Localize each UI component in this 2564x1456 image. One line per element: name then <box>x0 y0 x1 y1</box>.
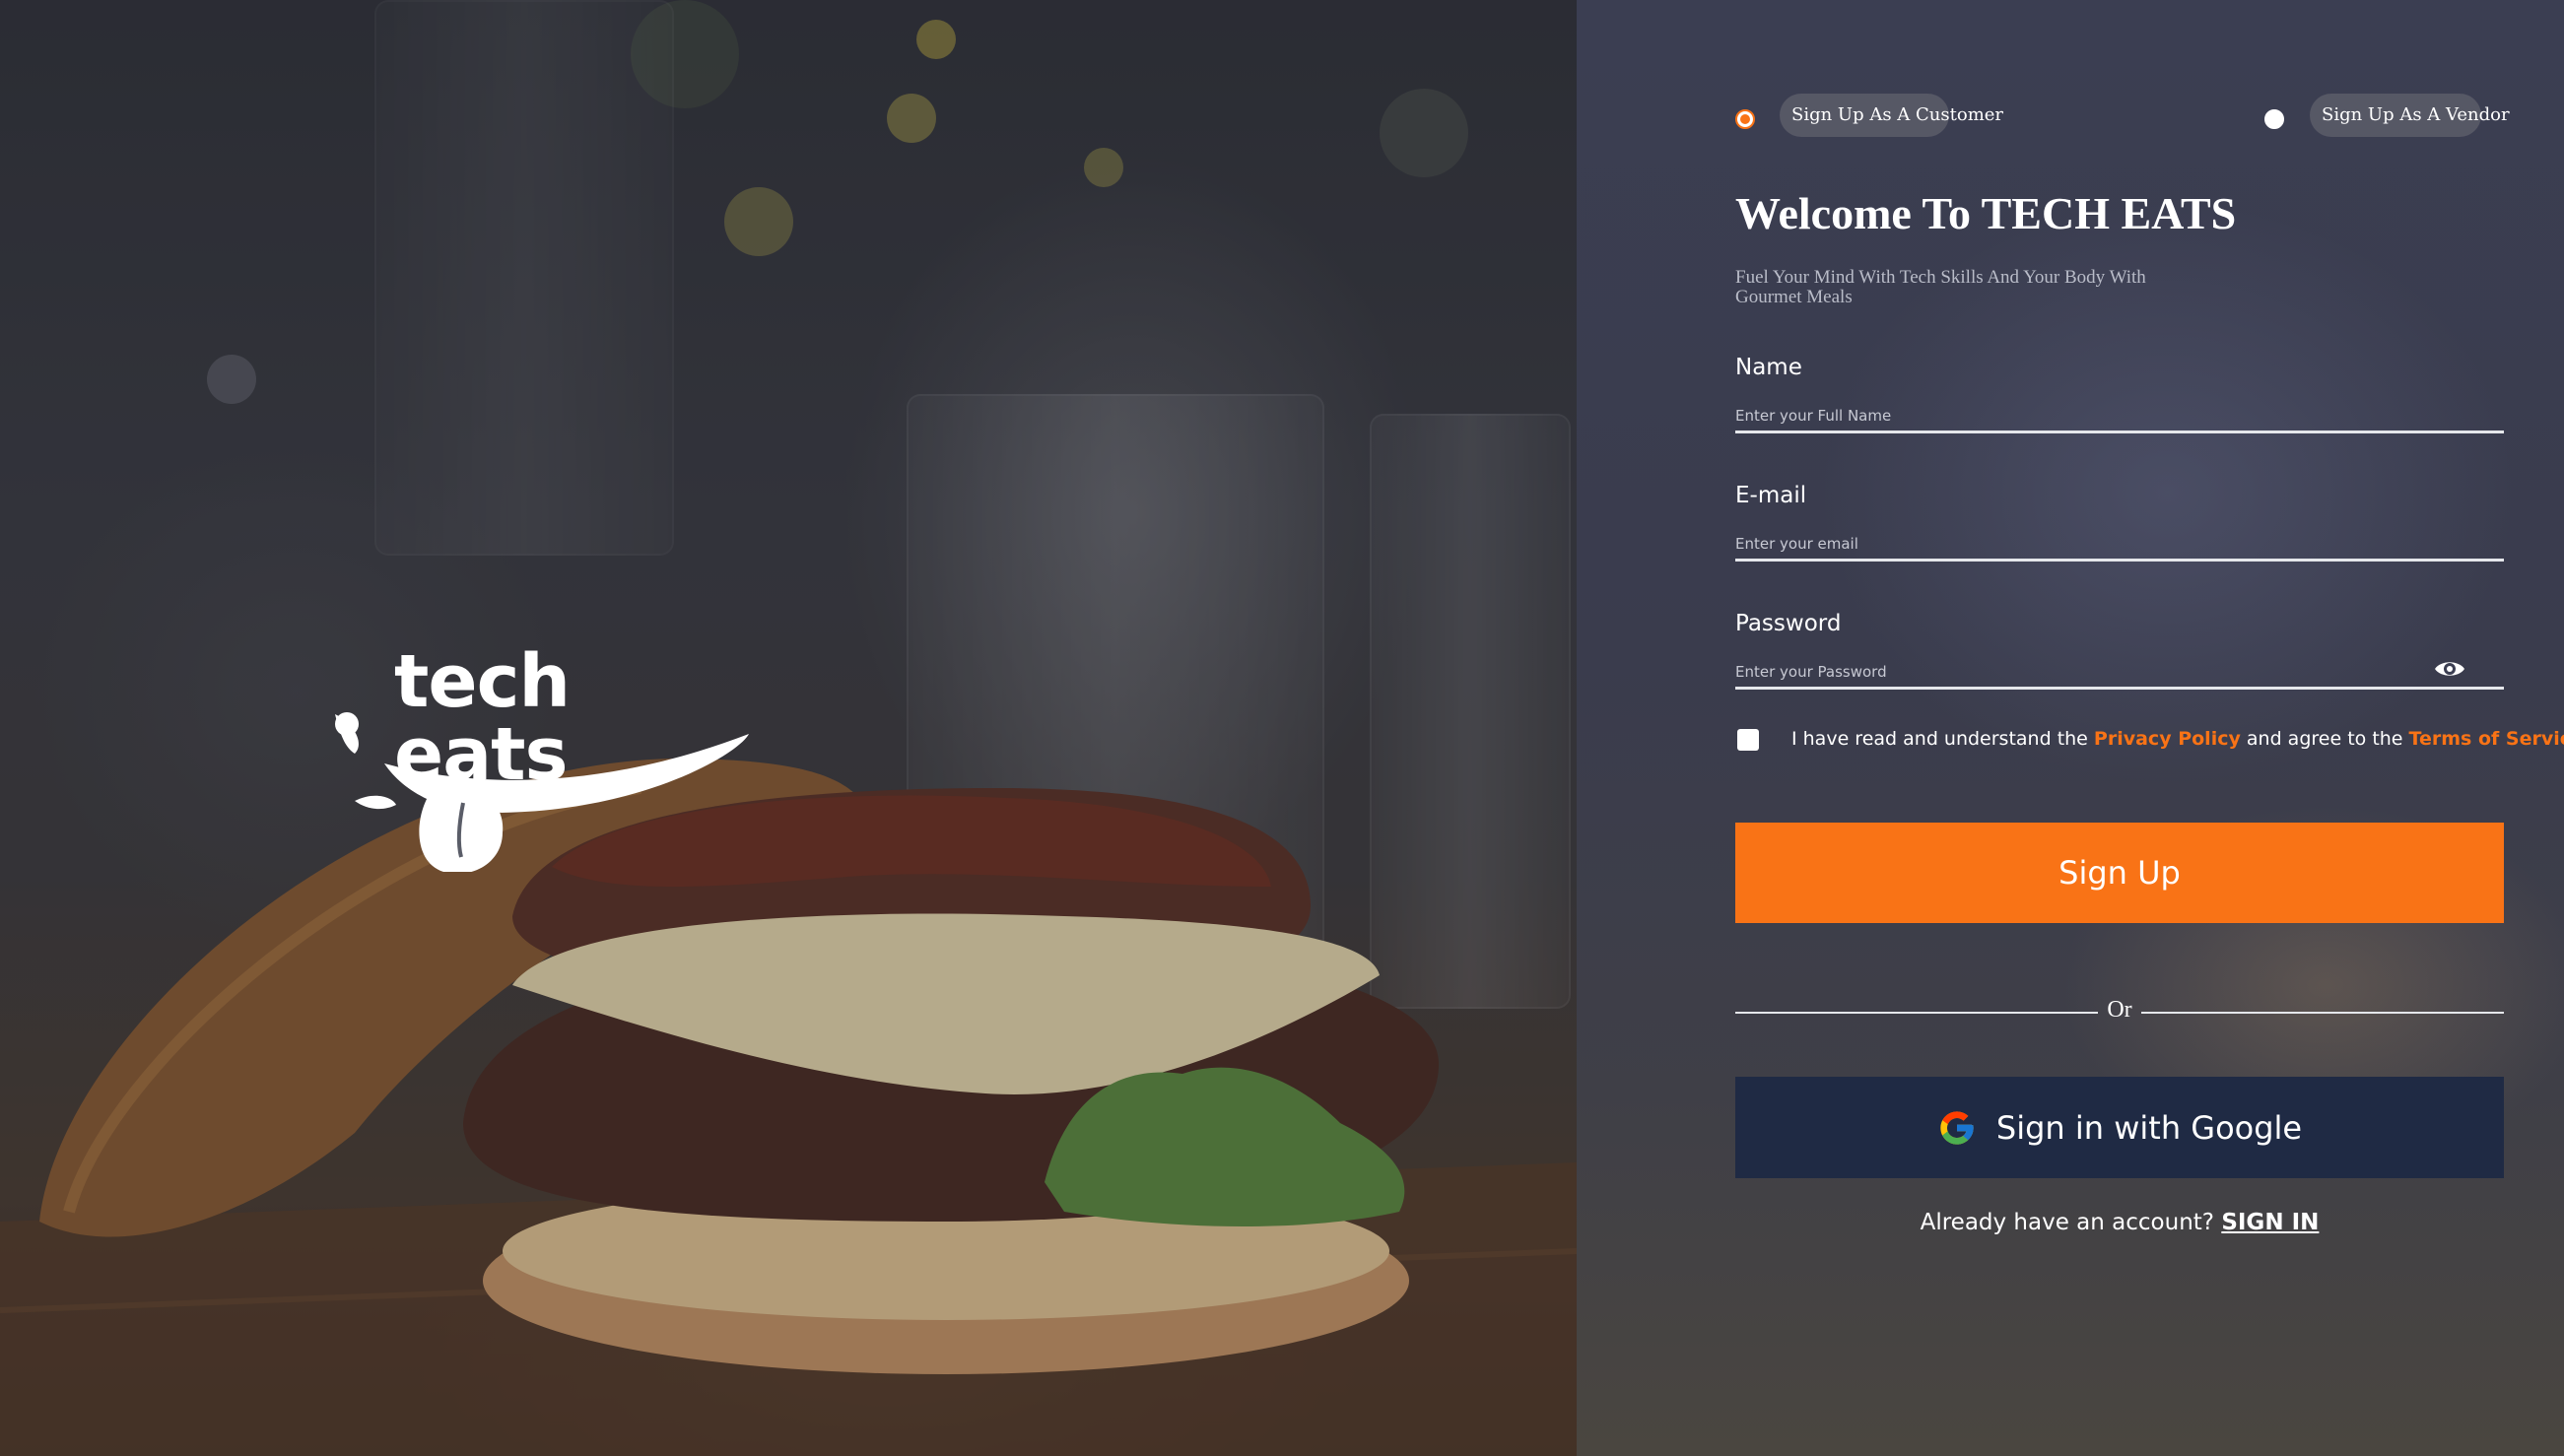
password-label: Password <box>1735 611 1842 636</box>
terms-agreement: I have read and understand the Privacy P… <box>1735 724 2564 758</box>
terms-prefix: I have read and understand the <box>1791 728 2094 750</box>
terms-text: I have read and understand the Privacy P… <box>1791 728 2564 750</box>
role-option-vendor[interactable]: Sign Up As A Vendor <box>1577 94 2510 137</box>
email-input[interactable] <box>1735 528 2504 562</box>
name-field-group: Name <box>1735 355 2504 433</box>
name-input[interactable] <box>1735 400 2504 433</box>
page-title: Welcome To TECH EATS <box>1735 188 2237 238</box>
password-input[interactable] <box>1735 656 2504 690</box>
signin-prompt-text: Already have an account? <box>1920 1210 2222 1235</box>
google-button-label: Sign in with Google <box>1995 1108 2303 1147</box>
vendor-radio[interactable] <box>2264 109 2284 129</box>
signup-button[interactable]: Sign Up <box>1735 823 2504 923</box>
divider-line <box>2141 1012 2504 1014</box>
brand-logo: tech eats <box>325 645 759 872</box>
name-label: Name <box>1735 355 1802 380</box>
signin-prompt: Already have an account? SIGN IN <box>1735 1210 2504 1235</box>
email-field-group: E-mail <box>1735 483 2504 562</box>
photo-overlay <box>0 0 1577 1456</box>
or-label: Or <box>2107 997 2132 1023</box>
or-divider: Or <box>1735 995 2504 1028</box>
privacy-policy-link[interactable]: Privacy Policy <box>2094 728 2241 750</box>
terms-of-service-link[interactable]: Terms of Service <box>2409 728 2564 750</box>
signup-panel: Sign Up As A Customer Sign Up As A Vendo… <box>1577 0 2564 1456</box>
tongue-smile-icon <box>335 712 749 872</box>
google-icon <box>1940 1110 1974 1145</box>
hero-photo: tech eats <box>0 0 1577 1456</box>
password-field-group: Password <box>1735 611 2504 690</box>
vendor-role-label[interactable]: Sign Up As A Vendor <box>2310 94 2510 137</box>
page-subtitle: Fuel Your Mind With Tech Skills And Your… <box>1735 267 2146 307</box>
email-label: E-mail <box>1735 483 1807 508</box>
terms-middle: and agree to the <box>2240 728 2409 750</box>
eye-icon[interactable] <box>2433 658 2466 680</box>
signin-link[interactable]: SIGN IN <box>2221 1210 2319 1235</box>
google-signin-button[interactable]: Sign in with Google <box>1735 1077 2504 1178</box>
terms-checkbox[interactable] <box>1737 729 1759 751</box>
